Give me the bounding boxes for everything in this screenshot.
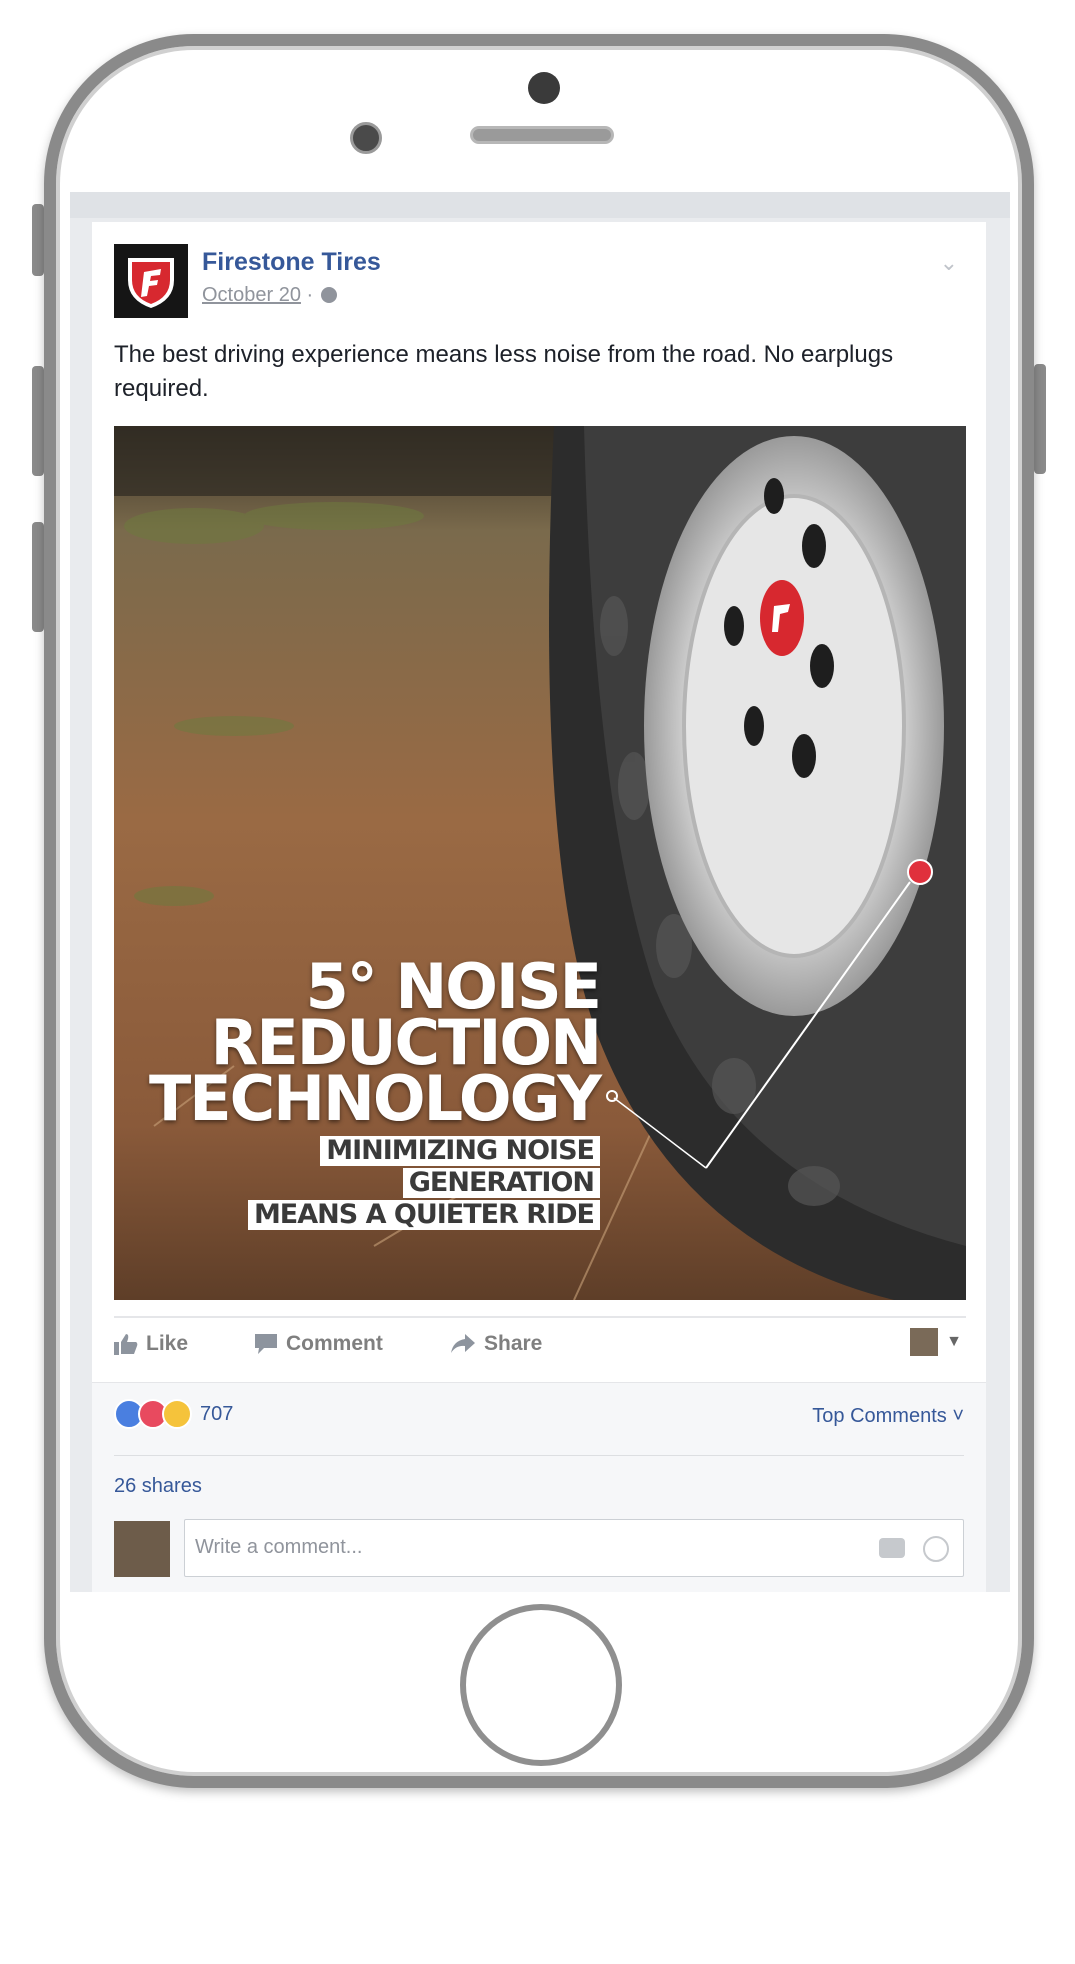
post-date-link[interactable]: October 20	[202, 284, 301, 306]
like-label: Like	[146, 1332, 189, 1355]
firestone-logo[interactable]	[114, 244, 188, 318]
phone-mute-switch	[32, 204, 44, 276]
page-name-link[interactable]: Firestone Tires	[202, 248, 381, 277]
facebook-post: Firestone Tires October 20 · ⌄ The best …	[92, 222, 986, 1592]
emoji-icon[interactable]	[923, 1536, 949, 1562]
share-button[interactable]: Share	[450, 1332, 542, 1356]
image-caption-line3: MEANS A QUIETER RIDE	[247, 1200, 600, 1230]
divider	[114, 1455, 964, 1456]
post-as-selector[interactable]: ▼	[910, 1328, 962, 1356]
image-title-line3: TECHNOLOGY	[148, 1062, 602, 1135]
top-comments-dropdown[interactable]: Top Comments ˅	[812, 1405, 964, 1428]
avatar	[114, 1521, 170, 1577]
front-camera	[528, 72, 560, 104]
comment-icon	[255, 1334, 277, 1354]
comment-input[interactable]: Write a comment...	[184, 1519, 964, 1577]
chevron-down-icon[interactable]: ⌄	[940, 250, 958, 276]
phone-screen: Firestone Tires October 20 · ⌄ The best …	[70, 192, 1010, 1592]
caret-down-icon: ▼	[946, 1333, 962, 1350]
share-icon	[451, 1334, 475, 1353]
globe-icon	[320, 287, 337, 303]
image-caption-line2: GENERATION	[402, 1168, 600, 1198]
earpiece-speaker	[470, 126, 614, 144]
meta-separator: ·	[306, 284, 314, 306]
phone-power-button	[1034, 364, 1046, 474]
feed-top-strip	[70, 192, 1010, 218]
reaction-summary[interactable]: 707	[114, 1399, 233, 1429]
share-label: Share	[484, 1332, 543, 1355]
haha-reaction-icon	[162, 1399, 192, 1429]
like-icon	[114, 1334, 138, 1355]
post-meta: October 20 ·	[202, 284, 337, 307]
comment-label: Comment	[286, 1332, 383, 1355]
reaction-count[interactable]: 707	[200, 1403, 233, 1426]
viewer-avatar	[910, 1328, 939, 1356]
home-button[interactable]	[460, 1604, 622, 1766]
post-action-bar: Like Comment Share ▼	[114, 1316, 966, 1378]
phone-volume-down	[32, 522, 44, 632]
post-image[interactable]: 5° NOISE REDUCTION TECHNOLOGY MINIMIZING…	[114, 426, 966, 1300]
phone-volume-up	[32, 366, 44, 476]
like-button[interactable]: Like	[114, 1332, 188, 1356]
reactions-section: 707 Top Comments ˅ 26 shares Write a com…	[92, 1382, 986, 1592]
comment-button[interactable]: Comment	[254, 1332, 383, 1356]
image-caption-line1: MINIMIZING NOISE	[320, 1136, 600, 1166]
camera-icon[interactable]	[879, 1538, 905, 1558]
shares-count-link[interactable]: 26 shares	[114, 1475, 202, 1498]
comment-placeholder: Write a comment...	[195, 1536, 363, 1558]
post-text: The best driving experience means less n…	[114, 341, 894, 402]
proximity-sensor	[350, 122, 382, 154]
